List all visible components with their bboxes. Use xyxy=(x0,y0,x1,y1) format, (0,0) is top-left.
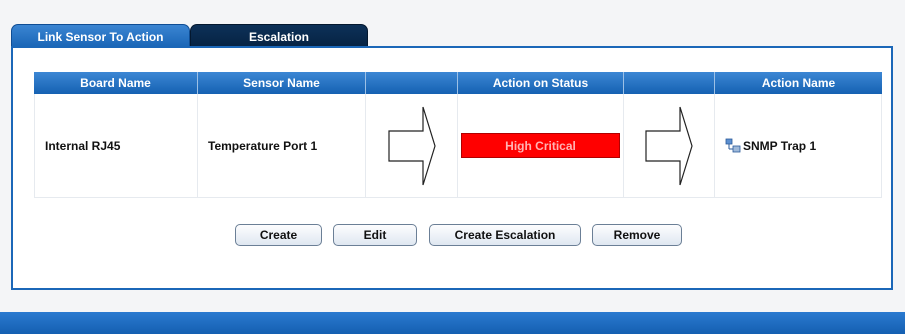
remove-button[interactable]: Remove xyxy=(592,224,682,246)
edit-button[interactable]: Edit xyxy=(333,224,417,246)
right-arrow-icon xyxy=(387,106,436,185)
tab-escalation[interactable]: Escalation xyxy=(190,24,368,48)
create-button[interactable]: Create xyxy=(235,224,322,246)
sensor-name-value: Temperature Port 1 xyxy=(208,138,318,153)
header-arrow-1 xyxy=(366,72,458,94)
action-name-wrap: SNMP Trap 1 xyxy=(715,138,881,154)
arrow-cell-1 xyxy=(366,94,458,198)
action-buttons: Create Edit Create Escalation Remove xyxy=(13,224,891,246)
status-cell: High Critical xyxy=(458,94,624,198)
board-name-value: Internal RJ45 xyxy=(45,138,121,153)
bottom-bar xyxy=(0,312,905,334)
arrow-cell-2 xyxy=(624,94,715,198)
header-board-name: Board Name xyxy=(34,72,198,94)
action-name-cell: SNMP Trap 1 xyxy=(715,94,882,198)
header-arrow-2 xyxy=(624,72,715,94)
link-sensor-panel: Board Name Sensor Name Action on Status … xyxy=(11,46,893,290)
tab-link-sensor-to-action[interactable]: Link Sensor To Action xyxy=(11,24,190,48)
create-escalation-button[interactable]: Create Escalation xyxy=(429,224,581,246)
board-name-cell: Internal RJ45 xyxy=(34,94,198,198)
sensor-action-table: Board Name Sensor Name Action on Status … xyxy=(34,72,882,198)
network-icon xyxy=(725,138,741,154)
header-action-on-status: Action on Status xyxy=(458,72,624,94)
status-badge: High Critical xyxy=(461,133,620,158)
table-header-row: Board Name Sensor Name Action on Status … xyxy=(34,72,882,94)
action-name-value: SNMP Trap 1 xyxy=(743,138,817,153)
header-action-name: Action Name xyxy=(715,72,882,94)
right-arrow-icon xyxy=(645,106,693,185)
sensor-name-cell: Temperature Port 1 xyxy=(198,94,366,198)
table-row[interactable]: Internal RJ45 Temperature Port 1 High Cr… xyxy=(34,94,882,198)
header-sensor-name: Sensor Name xyxy=(198,72,366,94)
